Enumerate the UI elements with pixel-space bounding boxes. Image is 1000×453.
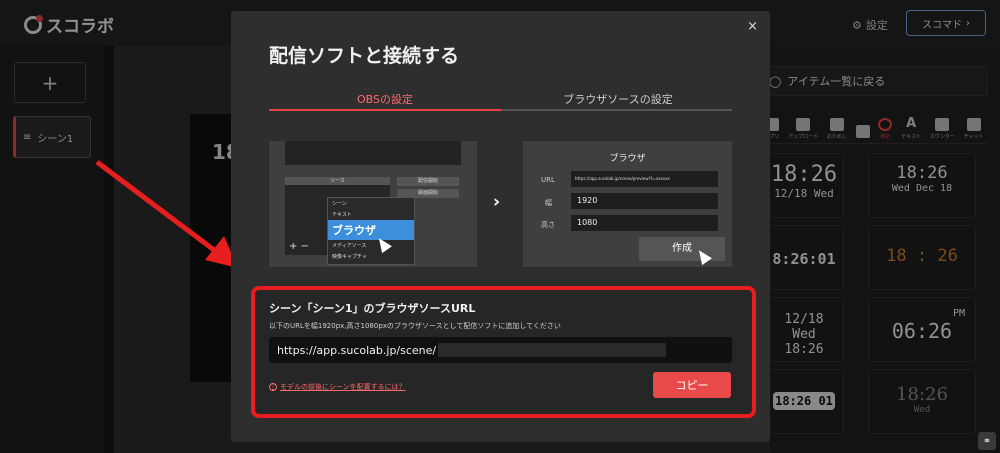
illus-preview bbox=[285, 141, 461, 165]
illus-height-field: 1080 bbox=[571, 215, 718, 231]
url-text: https://app.sucolab.jp/scene/ bbox=[277, 343, 437, 357]
illus-width-field: 1920 bbox=[571, 193, 718, 209]
help-icon[interactable]: ⚭ bbox=[978, 432, 996, 450]
illus-width-label: 幅 bbox=[545, 199, 552, 207]
illus-url-field: https://app.sucolab.jp/scene/preview?t=x… bbox=[571, 171, 718, 187]
browser-source-url-section: シーン「シーン1」のブラウザソースURL 以下のURLを幅1920px,高さ10… bbox=[251, 286, 756, 418]
illus-context-menu: シーン テキスト ブラウザ メディアソース 映像キャプチャ bbox=[327, 197, 415, 265]
tab-active-underline bbox=[269, 109, 501, 111]
obs-illustration: ソース 配信開始 録画開始 + − シーン テキスト ブラウザ メディアソース … bbox=[269, 141, 477, 267]
scene-placement-help-link[interactable]: ! モデルの前後にシーンを配置するには？ bbox=[269, 382, 406, 392]
close-icon[interactable]: × bbox=[747, 19, 758, 34]
arrow-right-icon: › bbox=[493, 192, 501, 212]
illus-add-remove: + − bbox=[289, 241, 309, 252]
illus-menu-item: メディアソース bbox=[332, 243, 367, 249]
illus-menu-item-browser: ブラウザ bbox=[328, 220, 414, 240]
browser-source-illustration: ブラウザ URL https://app.sucolab.jp/scene/pr… bbox=[523, 141, 732, 267]
tab-browser-source-settings[interactable]: ブラウザソースの設定 bbox=[502, 91, 734, 107]
illus-start-stream: 配信開始 bbox=[397, 177, 459, 186]
illus-height-label: 高さ bbox=[541, 221, 555, 229]
illus-menu-item: 映像キャプチャ bbox=[332, 254, 367, 260]
browser-source-url-field[interactable]: https://app.sucolab.jp/scene/ bbox=[269, 337, 732, 363]
illus-source-header: ソース bbox=[285, 177, 390, 185]
illus-menu-item: テキスト bbox=[332, 212, 352, 218]
illus-url-label: URL bbox=[541, 176, 555, 184]
url-redacted-part bbox=[438, 343, 667, 357]
modal-title: 配信ソフトと接続する bbox=[269, 45, 460, 67]
illus-menu-item: シーン bbox=[332, 201, 347, 207]
info-icon: ! bbox=[269, 383, 277, 391]
help-link-text: モデルの前後にシーンを配置するには？ bbox=[280, 383, 406, 391]
illus-browser-title: ブラウザ bbox=[609, 154, 646, 164]
url-section-description: 以下のURLを幅1920px,高さ1080pxのブラウザソースとして配信ソフトに… bbox=[269, 322, 561, 330]
connect-modal: × 配信ソフトと接続する OBSの設定 ブラウザソースの設定 ソース 配信開始 … bbox=[231, 11, 770, 442]
tab-obs-settings[interactable]: OBSの設定 bbox=[269, 91, 501, 107]
copy-button[interactable]: コピー bbox=[653, 372, 731, 398]
url-section-title: シーン「シーン1」のブラウザソースURL bbox=[269, 302, 476, 315]
illus-create-button: 作成 bbox=[639, 237, 725, 261]
